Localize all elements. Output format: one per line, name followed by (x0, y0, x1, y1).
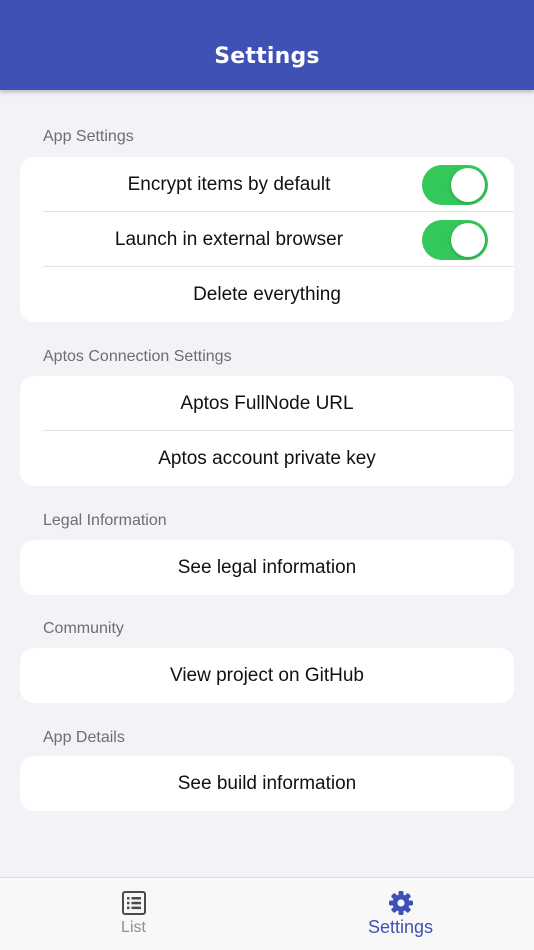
section-label-aptos: Aptos Connection Settings (43, 348, 232, 365)
section-label-app-details: App Details (43, 729, 125, 746)
row-label: See build information (177, 772, 357, 794)
view-github-button[interactable]: View project on GitHub (20, 648, 514, 703)
row-label: Aptos account private key (158, 447, 376, 469)
row-encrypt-items[interactable]: Encrypt items by default (20, 157, 514, 212)
list-icon (121, 891, 146, 915)
gear-icon (388, 891, 413, 915)
card-app-details: See build information (20, 756, 514, 811)
tab-label: Settings (367, 917, 434, 937)
section-label-legal: Legal Information (43, 512, 167, 529)
row-label: Launch in external browser (114, 228, 344, 250)
delete-everything-button[interactable]: Delete everything (20, 267, 514, 322)
row-label: See legal information (177, 556, 357, 578)
row-label: Encrypt items by default (127, 173, 331, 195)
row-label: Delete everything (193, 283, 341, 305)
settings-screen: Settings App Settings Encrypt items by d… (0, 0, 534, 950)
section-label-community: Community (43, 620, 124, 637)
tab-settings[interactable]: Settings (267, 878, 534, 950)
section-label-app-settings: App Settings (43, 128, 134, 145)
toggle-knob (451, 223, 485, 257)
page-title: Settings (214, 44, 320, 69)
toggle-knob (451, 168, 485, 202)
see-legal-information-button[interactable]: See legal information (20, 540, 514, 595)
row-label: View project on GitHub (170, 664, 364, 686)
see-build-information-button[interactable]: See build information (20, 756, 514, 811)
row-external-browser[interactable]: Launch in external browser (20, 212, 514, 267)
card-legal: See legal information (20, 540, 514, 595)
card-aptos-connection: Aptos FullNode URL Aptos account private… (20, 376, 514, 486)
encrypt-toggle[interactable] (422, 165, 488, 205)
row-label: Aptos FullNode URL (180, 392, 354, 414)
tab-bar: List Settings (0, 877, 534, 950)
tab-list[interactable]: List (0, 878, 267, 950)
navigation-header: Settings (0, 0, 534, 90)
aptos-fullnode-url-button[interactable]: Aptos FullNode URL (20, 376, 514, 431)
aptos-private-key-button[interactable]: Aptos account private key (20, 431, 514, 486)
card-app-settings: Encrypt items by default Launch in exter… (20, 157, 514, 322)
tab-label: List (121, 919, 146, 936)
card-community: View project on GitHub (20, 648, 514, 703)
external-browser-toggle[interactable] (422, 220, 488, 260)
